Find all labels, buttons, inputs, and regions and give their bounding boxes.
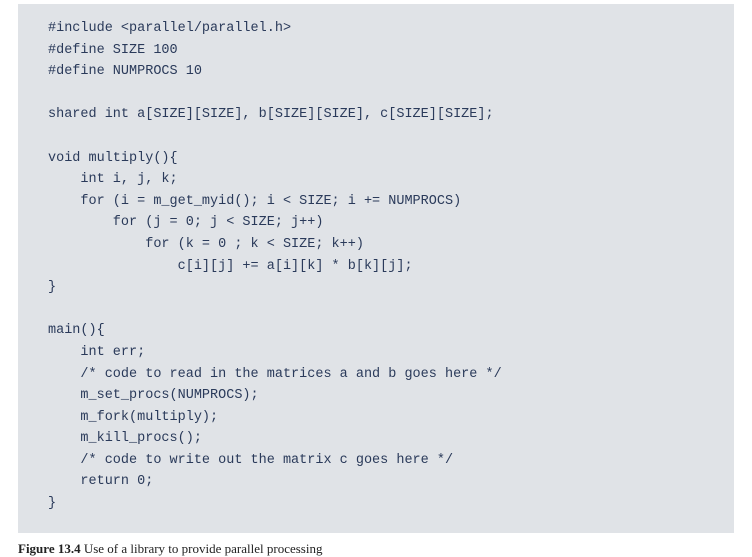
code-block: #include <parallel/parallel.h> #define S… (18, 4, 734, 533)
figure-caption: Figure 13.4 Use of a library to provide … (18, 541, 734, 557)
code-content: #include <parallel/parallel.h> #define S… (48, 21, 502, 511)
caption-label: Figure 13.4 (18, 541, 81, 556)
caption-text: Use of a library to provide parallel pro… (81, 541, 323, 556)
